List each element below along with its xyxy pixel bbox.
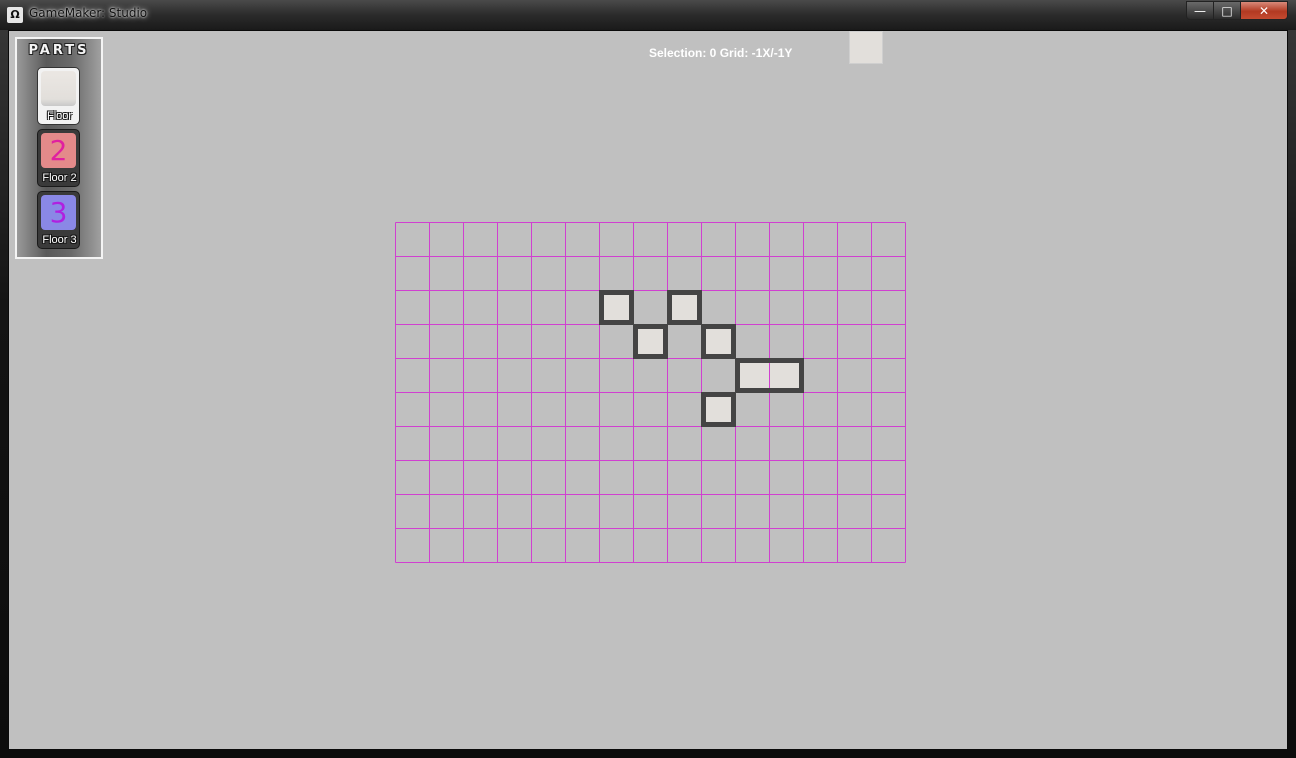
gamemaker-logo-icon[interactable]: Ω [7,7,23,23]
title-bar[interactable]: Ω GameMaker: Studio — □ ✕ [0,0,1296,30]
part-button-floor-2[interactable]: 2 Floor 2 [37,129,80,187]
floor-3-tile-icon: 3 [41,195,76,230]
floor-2-tile-icon: 2 [41,133,76,168]
floor-tile[interactable] [701,324,736,359]
part-digit: 2 [49,134,68,167]
part-label: Floor 3 [42,234,77,246]
floor-tile[interactable] [633,324,668,359]
selected-part-preview [849,31,883,64]
maximize-button[interactable]: □ [1213,1,1241,20]
floor-tile[interactable] [599,290,634,325]
part-label: Floor 2 [42,172,77,184]
part-label: Floor [46,110,73,122]
floor-tile[interactable] [735,358,770,393]
selection-status: Selection: 0 Grid: -1X/-1Y [649,46,793,60]
parts-panel: PARTS Floor 2 Floor 2 3 Floor 3 [15,37,103,259]
floor-tile[interactable] [769,358,804,393]
parts-panel-title: PARTS [28,43,90,58]
floor-tile[interactable] [667,290,702,325]
part-digit: 3 [49,196,68,229]
minimize-icon: — [1194,3,1206,18]
close-button[interactable]: ✕ [1240,1,1288,20]
app-icon-glyph: Ω [10,8,20,21]
placement-grid[interactable] [395,222,907,564]
part-button-floor[interactable]: Floor [37,67,80,125]
close-icon: ✕ [1258,3,1270,18]
game-canvas[interactable]: PARTS Floor 2 Floor 2 3 Floor 3 Selectio… [8,30,1288,750]
maximize-icon: □ [1221,3,1233,18]
floor-tile[interactable] [701,392,736,427]
floor-tile-icon [41,71,76,106]
part-button-floor-3[interactable]: 3 Floor 3 [37,191,80,249]
app-window: Ω GameMaker: Studio — □ ✕ PARTS Floor 2 … [0,0,1296,758]
minimize-button[interactable]: — [1186,1,1214,20]
window-title: GameMaker: Studio [29,6,148,20]
